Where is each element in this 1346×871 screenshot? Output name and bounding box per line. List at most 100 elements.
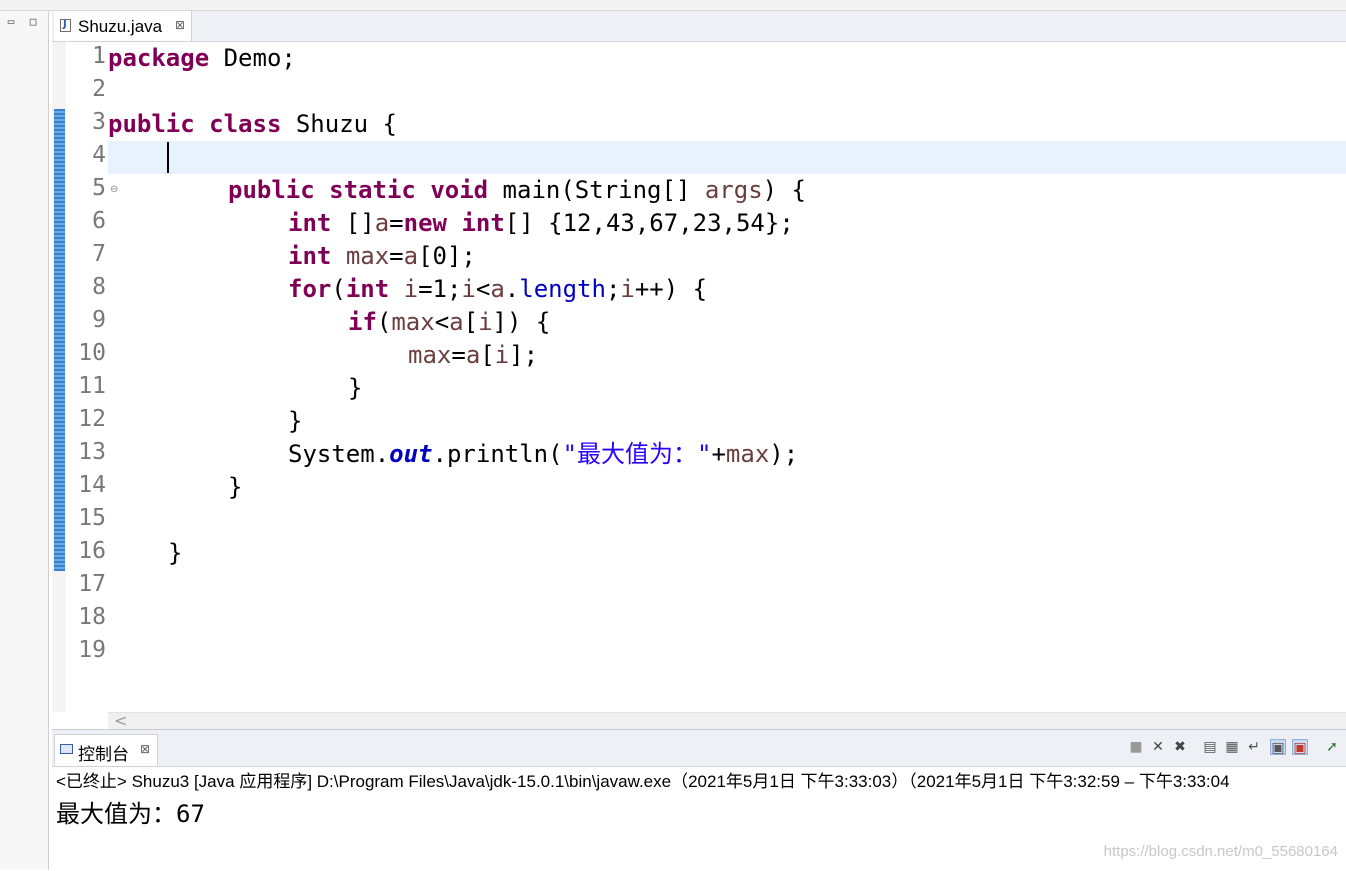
code-text: + <box>711 440 726 468</box>
fold-collapse-icon[interactable]: ⊖ <box>110 184 118 195</box>
line-number: 19 <box>78 637 106 663</box>
maximize-icon[interactable]: □ <box>26 15 40 29</box>
close-icon[interactable]: ⊠ <box>175 18 185 32</box>
line-number: 12 <box>78 406 106 432</box>
code-area[interactable]: 1 2 3 4 5 6 7 8 9 10 11 12 13 14 15 16 1… <box>52 42 1346 712</box>
code-text: ) { <box>762 176 807 204</box>
remove-launch-icon[interactable]: ✕ <box>1150 739 1166 755</box>
text-caret <box>167 142 169 173</box>
variable: i <box>620 275 635 303</box>
console-tab-title: 控制台 <box>78 745 129 764</box>
console-tab[interactable]: 控制台 ⊠ <box>54 734 158 766</box>
code-text: ); <box>769 440 799 468</box>
line-number: 7 <box>92 241 106 267</box>
line-number: 9 <box>92 307 106 333</box>
keyword: int <box>345 275 390 303</box>
scroll-left-icon[interactable]: < <box>114 711 127 730</box>
line-number: 3 <box>92 109 106 135</box>
code-text: } <box>348 374 363 402</box>
code-text: main(String[] <box>488 176 705 204</box>
variable: i <box>478 308 493 336</box>
code-line-14: } <box>228 471 242 504</box>
clear-console-icon[interactable]: ▤ <box>1202 739 1218 755</box>
variable: max <box>345 242 390 270</box>
code-text: System. <box>288 440 390 468</box>
code-line-5: public static void main(String[] args) { <box>228 174 806 207</box>
variable: max <box>725 440 770 468</box>
remove-all-launches-icon[interactable]: ✖ <box>1172 739 1188 755</box>
current-line-highlight <box>108 141 1346 174</box>
variable: a <box>465 341 481 369</box>
line-number: 1 <box>92 43 106 69</box>
console-tab-bar: 控制台 ⊠ ■ ✕ ✖ ▤ ▦ ↵ ▣ ▣ ➚ <box>52 730 1346 767</box>
watermark: https://blog.csdn.net/m0_55680164 <box>1103 843 1338 860</box>
static-field: out <box>389 440 433 468</box>
line-number: 14 <box>78 472 106 498</box>
code-text: = <box>389 209 404 237</box>
java-file-icon: J <box>60 19 71 32</box>
code-text: Demo; <box>209 44 296 72</box>
code-line-7: int max=a[0]; <box>288 240 476 273</box>
keyword: new <box>403 209 447 237</box>
pin-console-icon[interactable]: ➚ <box>1324 739 1340 755</box>
code-text: [] {12,43,67,23,54}; <box>504 209 794 237</box>
code-text: ; <box>605 275 621 303</box>
code-line-3: public class Shuzu { <box>108 108 397 141</box>
line-number-ruler: 1 2 3 4 5 6 7 8 9 10 11 12 13 14 15 16 1… <box>66 42 118 712</box>
variable: i <box>461 275 476 303</box>
code-text: [0]; <box>418 242 476 270</box>
variable: a <box>449 308 464 336</box>
code-text: < <box>475 275 491 303</box>
scroll-lock-icon[interactable]: ▦ <box>1224 739 1240 755</box>
console-output[interactable]: 最大值为：67 <box>56 794 205 829</box>
keyword: public <box>228 176 315 204</box>
code-line-12: } <box>288 405 302 438</box>
variable: a <box>403 242 419 270</box>
code-text: .println( <box>432 440 563 468</box>
keyword: void <box>430 176 489 204</box>
field: length <box>519 275 606 303</box>
line-number: 11 <box>78 373 106 399</box>
show-on-stderr-icon[interactable]: ▣ <box>1292 739 1308 756</box>
minimize-icon[interactable]: ▭ <box>4 15 18 29</box>
code-line-16: } <box>168 537 182 570</box>
variable: a <box>374 209 390 237</box>
stop-icon[interactable]: ■ <box>1128 739 1144 755</box>
line-number: 5 <box>92 175 106 201</box>
keyword: public <box>108 110 195 138</box>
console-view: 控制台 ⊠ ■ ✕ ✖ ▤ ▦ ↵ ▣ ▣ ➚ <已终止> Shuzu3 [Ja… <box>52 729 1346 871</box>
code-line-11: } <box>348 372 362 405</box>
code-line-6: int []a=new int[] {12,43,67,23,54}; <box>288 207 794 240</box>
line-number: 6 <box>92 208 106 234</box>
editor-tab[interactable]: J Shuzu.java ⊠ <box>54 11 192 41</box>
code-line-9: if(max<a[i]) { <box>348 306 550 339</box>
show-on-stdout-icon[interactable]: ▣ <box>1270 739 1286 756</box>
word-wrap-icon[interactable]: ↵ <box>1246 739 1262 755</box>
keyword: int <box>288 242 332 270</box>
code-text: = <box>451 341 466 369</box>
string-literal: "最大值为：" <box>562 440 712 468</box>
keyword: int <box>461 209 505 237</box>
code-text: [ <box>463 308 479 336</box>
code-text: ++) { <box>634 275 708 303</box>
keyword: for <box>288 275 332 303</box>
code-text: =1; <box>418 275 462 303</box>
line-number: 4 <box>92 142 106 168</box>
main-toolbar <box>0 0 1346 11</box>
editor-tab-title: Shuzu.java <box>78 17 163 36</box>
line-number: 10 <box>78 340 106 366</box>
line-number: 16 <box>78 538 106 564</box>
launch-status-line: <已终止> Shuzu3 [Java 应用程序] D:\Program File… <box>56 772 1230 791</box>
keyword: static <box>329 176 416 204</box>
keyword: int <box>288 209 332 237</box>
variable: max <box>391 308 435 336</box>
code-text: ]; <box>509 341 539 369</box>
variable: args <box>704 176 763 204</box>
minimized-view-strip: ▭ □ <box>0 11 49 870</box>
code-text: ( <box>331 275 346 303</box>
code-text: Shuzu { <box>281 110 397 138</box>
keyword: class <box>209 110 282 138</box>
horizontal-scrollbar[interactable]: < <box>108 711 1346 730</box>
line-number: 8 <box>92 274 106 300</box>
close-icon[interactable]: ⊠ <box>140 742 150 756</box>
